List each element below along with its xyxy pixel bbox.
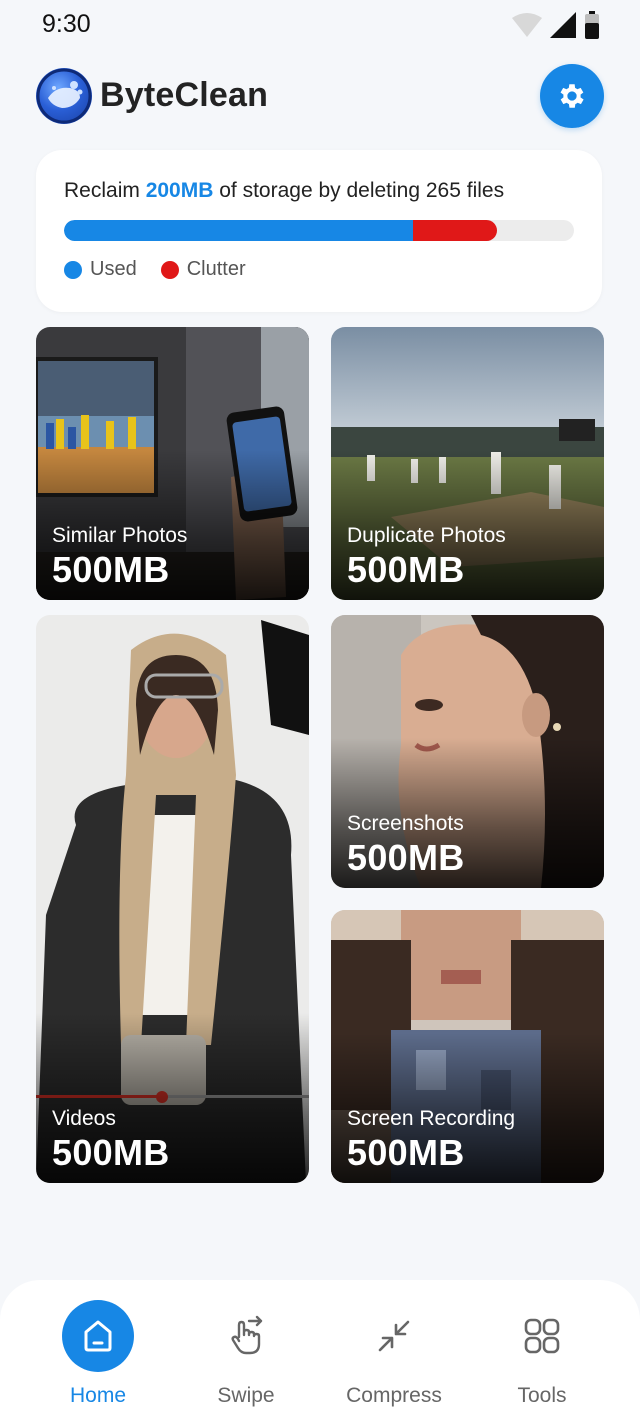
category-label: Videos xyxy=(52,1107,116,1130)
legend-clutter: Clutter xyxy=(160,258,246,281)
nav-label-tools: Tools xyxy=(517,1384,567,1407)
category-size: 500MB xyxy=(347,1132,465,1173)
category-size: 500MB xyxy=(52,549,170,590)
gear-icon xyxy=(560,84,584,108)
category-screen-recording[interactable]: Screen Recording 500MB xyxy=(331,910,604,1183)
settings-button[interactable] xyxy=(540,64,604,128)
reclaim-amount: 200MB xyxy=(145,179,214,202)
status-bar: 9:30 xyxy=(0,0,640,50)
compress-arrows-icon xyxy=(378,1320,410,1352)
storage-clutter-segment xyxy=(413,220,498,241)
category-size: 500MB xyxy=(347,549,465,590)
nav-label-swipe: Swipe xyxy=(217,1384,275,1407)
storage-used-segment xyxy=(64,220,414,241)
nav-home-icon-wrap xyxy=(62,1300,134,1372)
category-size: 500MB xyxy=(347,837,465,878)
category-label: Screen Recording xyxy=(347,1107,516,1130)
nav-item-home[interactable]: Home xyxy=(28,1300,168,1408)
bottom-nav: Home Swipe Compress Tools xyxy=(0,1280,640,1422)
legend-clutter-dot xyxy=(160,260,179,279)
storage-summary-card: Reclaim 200MB of storage by deleting 265… xyxy=(36,150,602,312)
app-logo-icon xyxy=(36,68,92,124)
category-videos[interactable]: Videos 500MB xyxy=(36,615,309,1183)
storage-text-suffix: of storage by deleting 265 files xyxy=(213,179,505,202)
storage-text-prefix: Reclaim xyxy=(64,179,146,202)
legend-used: Used xyxy=(64,258,137,281)
category-label: Screenshots xyxy=(347,812,464,835)
app-name: ByteClean xyxy=(100,76,269,114)
storage-legend: Used Clutter xyxy=(64,258,270,281)
nav-tools-icon-wrap xyxy=(506,1300,578,1372)
storage-progress-bar xyxy=(64,220,574,241)
legend-used-dot xyxy=(64,260,82,279)
category-duplicate-photos[interactable]: Duplicate Photos 500MB xyxy=(331,327,604,600)
category-label: Similar Photos xyxy=(52,524,188,547)
status-icons xyxy=(512,11,600,39)
nav-label-compress: Compress xyxy=(346,1384,442,1407)
status-time: 9:30 xyxy=(42,10,91,38)
legend-used-label: Used xyxy=(90,258,137,280)
category-size: 500MB xyxy=(52,1132,170,1173)
swipe-hand-icon xyxy=(231,1315,263,1355)
app-header: ByteClean xyxy=(36,64,604,128)
storage-summary-text: Reclaim 200MB of storage by deleting 265… xyxy=(64,179,504,203)
category-screenshots[interactable]: Screenshots 500MB xyxy=(331,615,604,888)
nav-compress-icon-wrap xyxy=(358,1300,430,1372)
nav-item-tools[interactable]: Tools xyxy=(472,1300,612,1408)
nav-item-swipe[interactable]: Swipe xyxy=(176,1300,316,1408)
category-label: Duplicate Photos xyxy=(347,524,506,547)
wifi-icon xyxy=(512,13,542,37)
nav-label-home: Home xyxy=(69,1384,127,1407)
nav-swipe-icon-wrap xyxy=(210,1300,282,1372)
category-similar-photos[interactable]: Similar Photos 500MB xyxy=(36,327,309,600)
battery-icon xyxy=(585,11,599,39)
home-icon xyxy=(84,1320,112,1352)
nav-item-compress[interactable]: Compress xyxy=(324,1300,464,1408)
signal-icon xyxy=(550,12,576,38)
grid-tools-icon xyxy=(524,1318,560,1354)
legend-clutter-label: Clutter xyxy=(186,258,246,280)
